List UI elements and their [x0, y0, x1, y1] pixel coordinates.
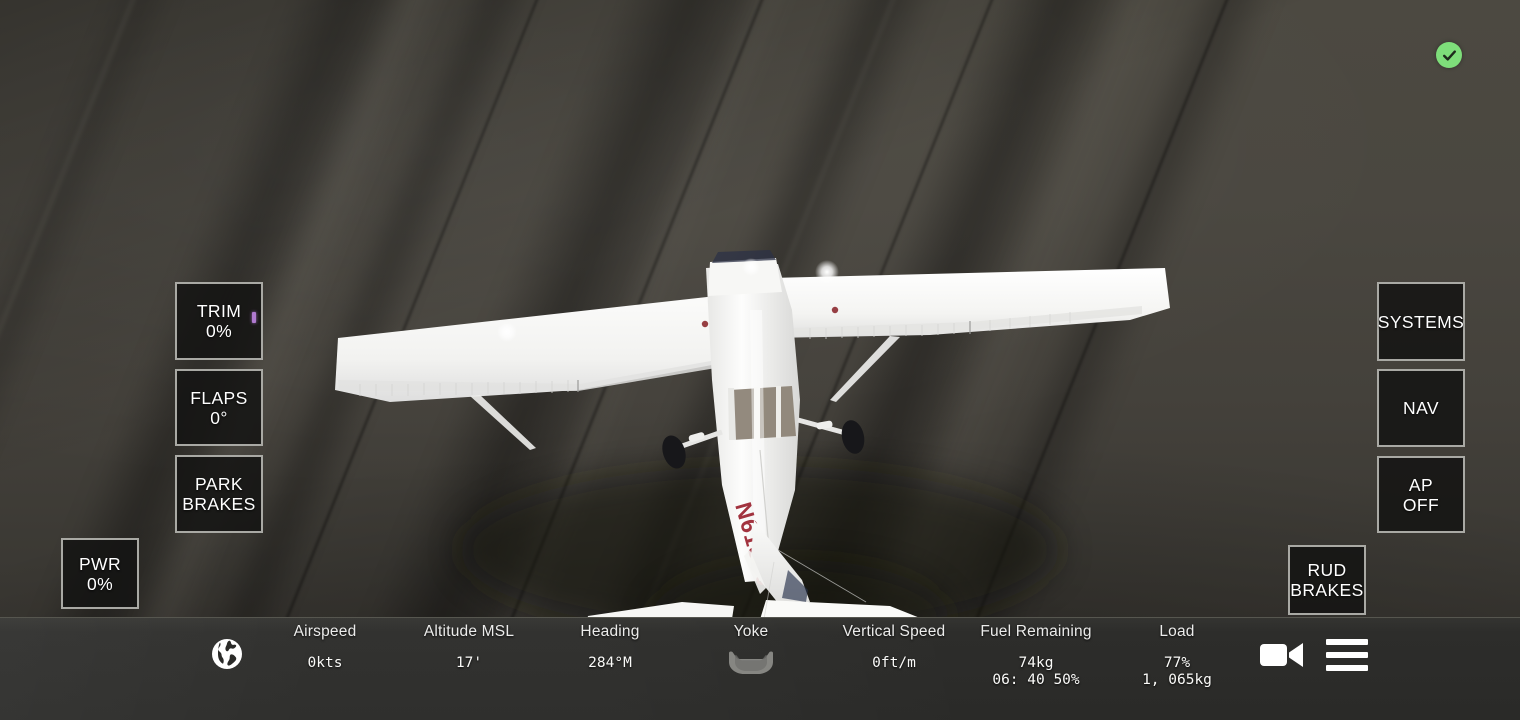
rudder-brakes-label-line1: RUD — [1307, 560, 1347, 580]
gauge-fuel-endurance: 06: 40 50% — [992, 672, 1080, 688]
autopilot-button-state: OFF — [1402, 494, 1440, 515]
menu-button[interactable] — [1326, 639, 1368, 671]
autopilot-button-label: AP — [1408, 474, 1434, 495]
trim-button[interactable]: TRIM 0% — [175, 282, 263, 360]
gauge-airspeed: Airspeed 0kts — [255, 623, 395, 672]
map-button[interactable] — [208, 635, 246, 673]
park-brakes-label-line1: PARK — [195, 474, 243, 494]
gauge-fuel-value: 74kg — [1018, 655, 1054, 671]
gauge-vertical-speed-value: 0ft/m — [872, 655, 916, 671]
gauge-load-weight: 1, 065kg — [1142, 672, 1212, 688]
trim-button-value: 0% — [205, 321, 233, 341]
hamburger-menu-icon-bar-2 — [1326, 652, 1368, 658]
gauge-load: Load 77% 1, 065kg — [1107, 623, 1247, 689]
rudder-brakes-label-line2: BRAKES — [1290, 580, 1364, 600]
gauge-load-percent: 77% — [1163, 655, 1191, 671]
hamburger-menu-icon-bar-3 — [1326, 665, 1368, 671]
flaps-button-label: FLAPS — [190, 387, 248, 408]
gauge-airspeed-label: Airspeed — [293, 623, 357, 640]
park-brakes-button[interactable]: PARK BRAKES — [175, 455, 263, 533]
gauge-vertical-speed-label: Vertical Speed — [842, 623, 946, 640]
flight-sim-screen: N61890 TRIM 0% FLAPS 0° PARK BRAKES PWR … — [0, 0, 1520, 720]
gauge-altitude-value: 17' — [455, 655, 483, 671]
gauge-altitude-label: Altitude MSL — [423, 623, 515, 640]
check-circle-icon — [1441, 47, 1458, 64]
flaps-button-value: 0° — [210, 407, 228, 428]
systems-button[interactable]: SYSTEMS — [1377, 282, 1465, 361]
power-button[interactable]: PWR 0% — [61, 538, 139, 609]
nav-button[interactable]: NAV — [1377, 369, 1465, 447]
yoke-icon[interactable] — [681, 648, 821, 678]
systems-button-label: SYSTEMS — [1377, 311, 1465, 332]
gauge-heading: Heading 284°M — [540, 623, 680, 672]
power-button-value: 0% — [86, 573, 114, 594]
flaps-button[interactable]: FLAPS 0° — [175, 369, 263, 446]
camera-view-button[interactable] — [1258, 638, 1306, 672]
globe-icon — [210, 637, 244, 671]
gauge-yoke[interactable]: Yoke — [681, 623, 821, 678]
video-camera-icon — [1259, 640, 1305, 670]
gauge-fuel-remaining: Fuel Remaining 74kg 06: 40 50% — [966, 623, 1106, 689]
gauge-airspeed-value: 0kts — [307, 655, 343, 671]
park-brakes-label-line2: BRAKES — [182, 494, 256, 514]
autopilot-button[interactable]: AP OFF — [1377, 456, 1465, 533]
nav-button-label: NAV — [1403, 398, 1439, 418]
gauge-vertical-speed: Vertical Speed 0ft/m — [824, 623, 964, 672]
hamburger-menu-icon-bar-1 — [1326, 639, 1368, 645]
gauge-fuel-label: Fuel Remaining — [980, 623, 1092, 640]
gauge-heading-value: 284°M — [588, 655, 632, 671]
trim-button-label: TRIM — [196, 301, 242, 321]
power-button-label: PWR — [78, 553, 122, 574]
gauge-heading-label: Heading — [580, 623, 640, 640]
gauge-load-label: Load — [1159, 623, 1195, 640]
rudder-brakes-button[interactable]: RUD BRAKES — [1288, 545, 1366, 615]
trim-position-indicator — [252, 312, 256, 323]
gauge-yoke-label: Yoke — [733, 623, 769, 640]
status-ok-badge[interactable] — [1436, 42, 1462, 68]
gauge-altitude-msl: Altitude MSL 17' — [399, 623, 539, 672]
